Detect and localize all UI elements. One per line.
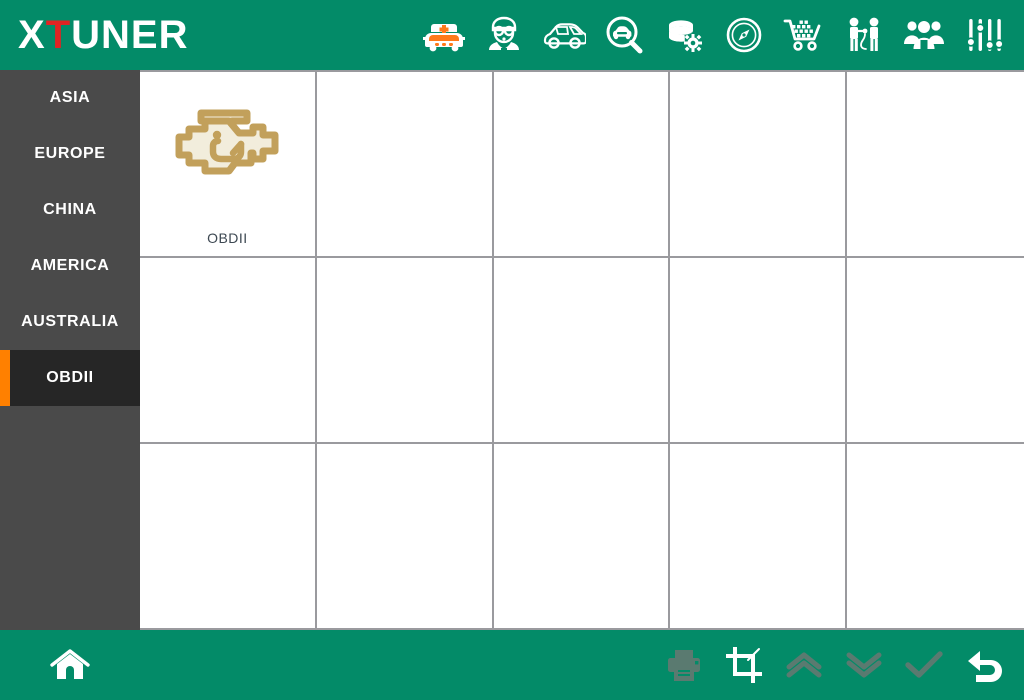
grid-cell-empty-9 [670, 258, 848, 444]
header-tool-store[interactable] [774, 7, 834, 63]
sidebar-item-asia[interactable]: ASIA [0, 70, 140, 126]
grid-cell-empty-8 [493, 258, 671, 444]
user-group-icon [903, 18, 945, 52]
sidebar-item-obdii[interactable]: OBDII [0, 350, 140, 406]
grid-cell-empty-14 [670, 444, 848, 630]
back-icon [966, 648, 1002, 682]
sidebar-item-label: AMERICA [30, 257, 110, 274]
printer-icon [666, 648, 702, 682]
sidebar-item-america[interactable]: AMERICA [0, 238, 140, 294]
home-icon [50, 648, 90, 682]
sidebar-item-europe[interactable]: EUROPE [0, 126, 140, 182]
sidebar-item-label: AUSTRALIA [21, 313, 119, 330]
compass-icon [724, 15, 764, 55]
footer-home-button[interactable] [40, 635, 100, 695]
shopping-cart-icon [783, 16, 825, 54]
header-tool-vehicle[interactable] [534, 7, 594, 63]
header-tool-users[interactable] [894, 7, 954, 63]
footer-right-group [654, 635, 1014, 695]
footer-back-button[interactable] [954, 635, 1014, 695]
grid-cell-empty-2 [316, 72, 494, 258]
header-toolbar [414, 7, 1014, 63]
grid-cell-empty-10 [847, 258, 1024, 444]
footer-page-down-button[interactable] [834, 635, 894, 695]
region-sidebar: ASIA EUROPE CHINA AMERICA AUSTRALIA OBDI… [0, 70, 140, 630]
grid-cell-empty-13 [493, 444, 671, 630]
grid-cell-empty-3 [493, 72, 671, 258]
sidebar-item-label: OBDII [46, 369, 94, 386]
sidebar-item-label: EUROPE [34, 145, 106, 162]
grid-cell-empty-4 [670, 72, 848, 258]
crop-icon [726, 647, 762, 683]
main-body: ASIA EUROPE CHINA AMERICA AUSTRALIA OBDI… [0, 70, 1024, 630]
footer-bar [0, 630, 1024, 700]
grid-cell-empty-15 [847, 444, 1024, 630]
page-down-icon [846, 650, 882, 680]
sidebar-item-australia[interactable]: AUSTRALIA [0, 294, 140, 350]
database-gear-icon [664, 15, 704, 55]
header-tool-diagnose[interactable] [594, 7, 654, 63]
header-tool-data-manage[interactable] [654, 7, 714, 63]
app-window: X T UNER ASIA EUROPE CHINA AMERICA AUSTR… [0, 0, 1024, 700]
ambulance-icon [423, 15, 465, 55]
header-tool-expert[interactable] [474, 7, 534, 63]
header-tool-settings[interactable] [954, 7, 1014, 63]
sidebar-item-label: CHINA [43, 201, 97, 218]
page-up-icon [786, 650, 822, 680]
vehicle-make-grid: OBDII [140, 70, 1024, 630]
car-search-icon [604, 15, 644, 55]
footer-confirm-button[interactable] [894, 635, 954, 695]
header-tool-remote[interactable] [834, 7, 894, 63]
sidebar-item-china[interactable]: CHINA [0, 182, 140, 238]
footer-left-group [40, 635, 100, 695]
grid-cell-obdii[interactable]: OBDII [140, 72, 317, 258]
footer-page-up-button[interactable] [774, 635, 834, 695]
grid-cell-empty-7 [316, 258, 494, 444]
logo-text-suffix: UNER [71, 13, 189, 57]
grid-cell-empty-11 [140, 444, 317, 630]
footer-print-button[interactable] [654, 635, 714, 695]
app-logo: X T UNER [18, 15, 188, 55]
check-icon [905, 650, 943, 680]
grid-cell-empty-12 [316, 444, 494, 630]
remote-support-icon [844, 15, 884, 55]
header-tool-navigate[interactable] [714, 7, 774, 63]
car-icon [542, 18, 586, 52]
header-bar: X T UNER [0, 0, 1024, 70]
sidebar-item-label: ASIA [49, 89, 91, 106]
grid-cell-empty-5 [847, 72, 1024, 258]
check-engine-icon [171, 96, 283, 186]
logo-text-accent: T [45, 13, 72, 57]
footer-screenshot-button[interactable] [714, 635, 774, 695]
header-tool-ambulance[interactable] [414, 7, 474, 63]
grid-cell-empty-6 [140, 258, 317, 444]
grid-cell-label: OBDII [207, 230, 248, 246]
logo-text-prefix: X [18, 13, 46, 57]
expert-face-icon [484, 15, 524, 55]
sliders-icon [964, 15, 1004, 55]
